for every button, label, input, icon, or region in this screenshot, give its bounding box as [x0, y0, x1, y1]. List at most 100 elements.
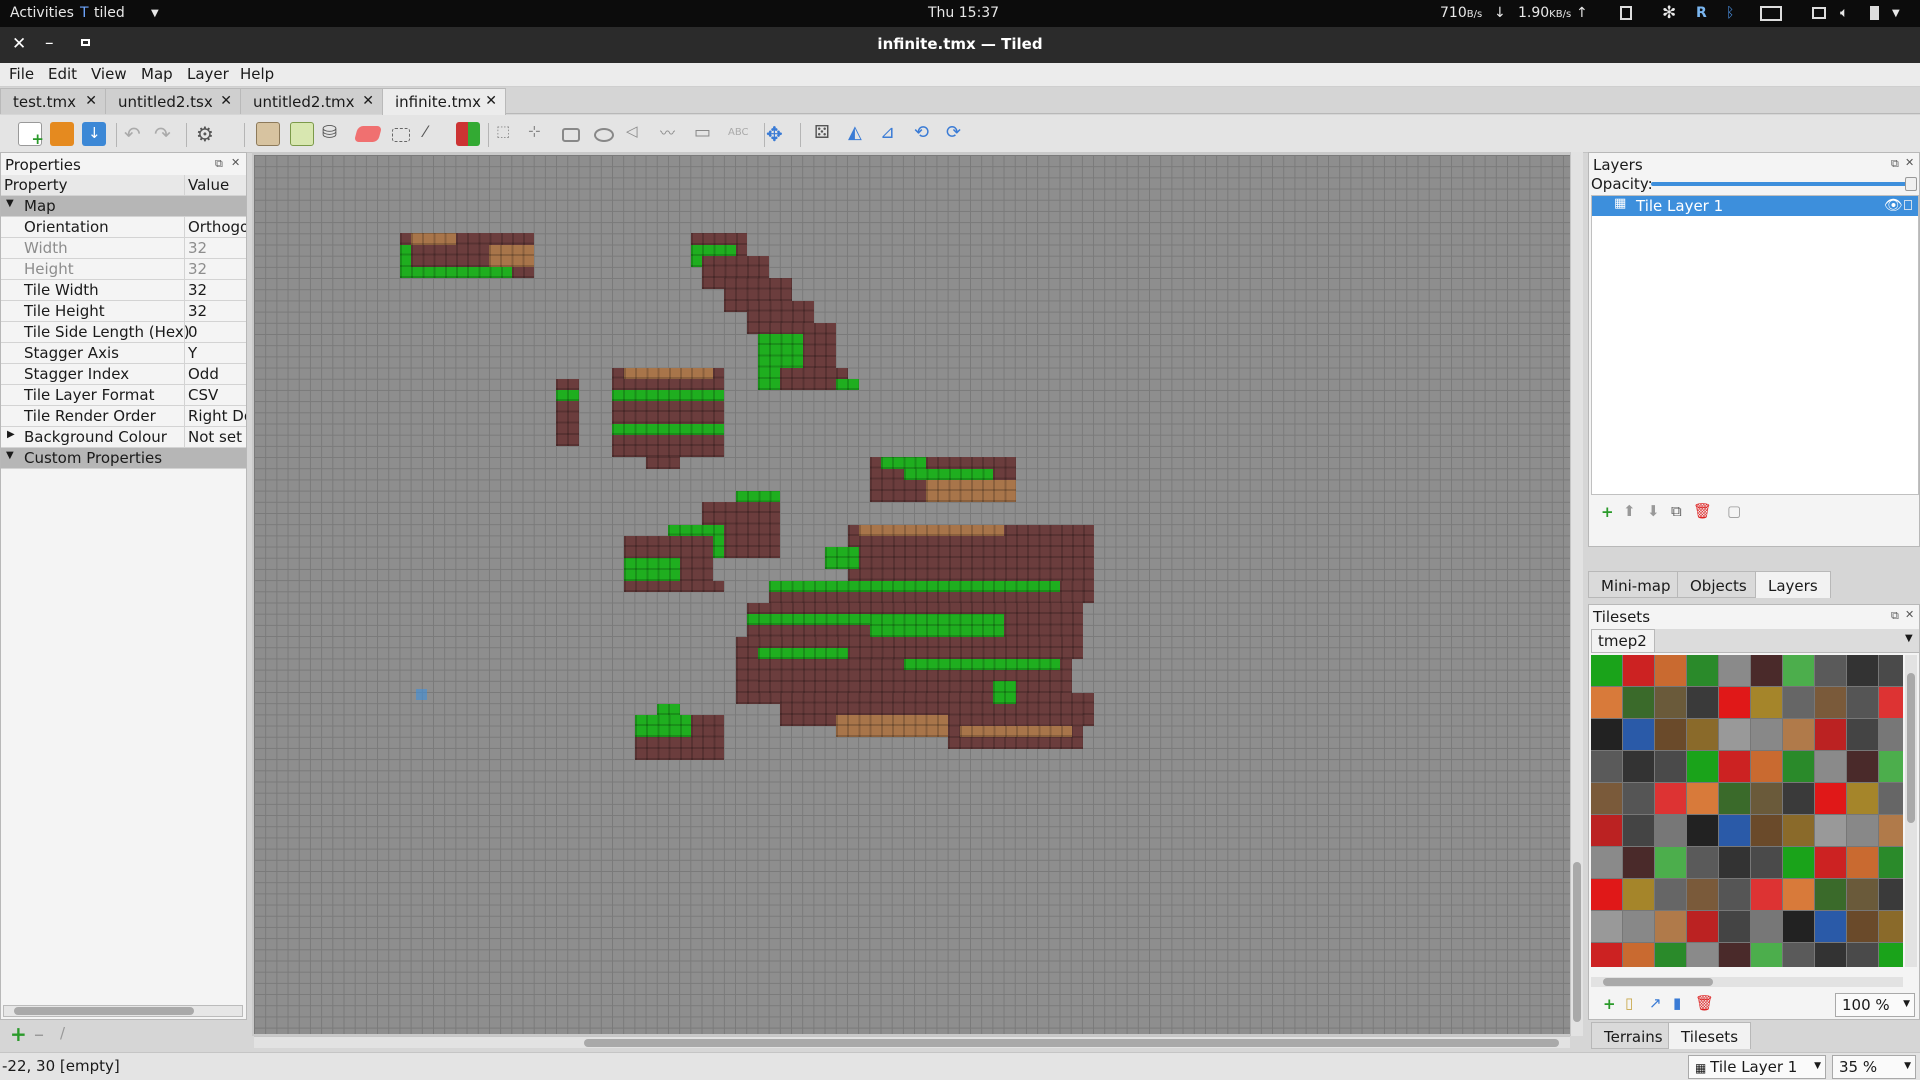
menu-help[interactable]: Help [240, 65, 274, 83]
collapse-icon[interactable]: ▼ [6, 198, 14, 209]
scrollbar-thumb[interactable] [14, 1007, 194, 1015]
map-tile-region[interactable] [399, 267, 512, 279]
menu-view[interactable]: View [91, 65, 127, 83]
new-tileset-icon[interactable]: + [1603, 995, 1616, 1013]
map-tile-region[interactable] [623, 580, 725, 592]
tileset-tile[interactable] [1687, 911, 1718, 942]
tileset-tile[interactable] [1751, 655, 1782, 686]
display-icon[interactable] [1760, 6, 1782, 21]
map-tile-region[interactable] [612, 423, 725, 435]
menu-file[interactable]: File [9, 65, 34, 83]
tileset-tile[interactable] [1815, 687, 1846, 718]
embed-tileset-icon[interactable]: ▯ [1625, 994, 1633, 1012]
tileset-tile[interactable] [1879, 847, 1903, 878]
tileset-tile[interactable] [1655, 815, 1686, 846]
redo-icon[interactable]: ↷ [154, 122, 178, 146]
tileset-tile[interactable] [1655, 687, 1686, 718]
horizontal-scrollbar[interactable] [3, 1005, 243, 1017]
opacity-slider-handle[interactable] [1905, 177, 1917, 191]
map-tile-region[interactable] [769, 580, 1061, 592]
property-row[interactable]: Tile Layer Format CSV [1, 385, 246, 406]
tileset-tile[interactable] [1655, 751, 1686, 782]
tileset-tile[interactable] [1623, 719, 1654, 750]
map-tile-region[interactable] [870, 614, 1005, 637]
eraser-icon[interactable] [353, 126, 383, 142]
property-row[interactable]: Stagger Axis Y [1, 343, 246, 364]
eye-icon[interactable]: 👁︎ [1884, 196, 1903, 214]
property-row[interactable]: Tile Height 32 [1, 301, 246, 322]
tileset-tile[interactable] [1815, 911, 1846, 942]
tileset-tile[interactable] [1591, 879, 1622, 910]
lower-layer-icon[interactable]: ⬇ [1647, 502, 1660, 520]
tab-untitled2-tmx[interactable]: untitled2.tmx ✕ [240, 88, 383, 114]
tileset-tile[interactable] [1687, 879, 1718, 910]
tileset-tile[interactable] [1847, 719, 1878, 750]
tileset-tile[interactable] [1751, 911, 1782, 942]
tileset-tile[interactable] [1847, 815, 1878, 846]
tileset-tile[interactable] [1719, 879, 1750, 910]
current-layer-combo[interactable]: ▦ Tile Layer 1 ▼ [1688, 1055, 1826, 1079]
bluetooth-icon[interactable]: ᛒ [1726, 5, 1734, 21]
undo-icon[interactable]: ↶ [124, 122, 148, 146]
tileset-tile[interactable] [1815, 879, 1846, 910]
tileset-tile[interactable] [1815, 751, 1846, 782]
tileset-tile[interactable] [1591, 783, 1622, 814]
tileset-tile[interactable] [1655, 943, 1686, 967]
rotate-left-icon[interactable]: ⟲ [914, 122, 938, 146]
close-icon[interactable]: ✕ [85, 93, 97, 109]
rect-select-icon[interactable] [392, 128, 410, 142]
map-tile-region[interactable] [657, 703, 680, 715]
map-tile-region[interactable] [758, 647, 848, 659]
property-value[interactable]: 32 [188, 260, 246, 278]
tileset-tile[interactable] [1719, 815, 1750, 846]
stamp-brush-icon[interactable] [256, 122, 280, 146]
tileset-tile[interactable] [1783, 719, 1814, 750]
tileset-tile[interactable] [1847, 943, 1878, 967]
tab-mini-map[interactable]: Mini-map [1588, 571, 1684, 598]
magic-wand-icon[interactable]: ⁄ [424, 122, 448, 146]
tileset-tile[interactable] [1783, 687, 1814, 718]
map-tile-region[interactable] [646, 457, 680, 469]
tileset-tile[interactable] [1591, 911, 1622, 942]
rename-property-icon[interactable]: / [60, 1024, 65, 1042]
map-tile-region[interactable] [410, 233, 456, 245]
insert-ellipse-icon[interactable] [594, 128, 614, 142]
tileset-tile[interactable] [1623, 687, 1654, 718]
property-value[interactable]: Not set [188, 428, 246, 446]
add-property-icon[interactable]: + [10, 1022, 27, 1046]
edit-tileset-icon[interactable]: ▮ [1673, 994, 1681, 1012]
expand-icon[interactable]: ▶ [7, 429, 15, 440]
app-menu[interactable]: tiled [94, 5, 125, 21]
tileset-tile[interactable] [1719, 847, 1750, 878]
tileset-tile[interactable] [1655, 879, 1686, 910]
tileset-tile[interactable] [1783, 879, 1814, 910]
tileset-tile[interactable] [1719, 911, 1750, 942]
tab-objects[interactable]: Objects [1677, 571, 1760, 598]
map-tile-region[interactable] [993, 681, 1016, 704]
tileset-tile[interactable] [1751, 687, 1782, 718]
new-icon[interactable]: + [18, 122, 44, 148]
float-icon[interactable]: ⧉ [1891, 157, 1899, 171]
tileset-zoom-combo[interactable]: 100 % ▼ [1835, 993, 1915, 1017]
rotate-right-icon[interactable]: ⟳ [946, 122, 970, 146]
property-value[interactable]: Orthogo [188, 218, 246, 236]
tab-infinite-tmx[interactable]: infinite.tmx ✕ [382, 88, 506, 115]
add-layer-icon[interactable]: + [1601, 503, 1614, 521]
tileset-tile[interactable] [1847, 751, 1878, 782]
map-tile-region[interactable] [959, 726, 1072, 738]
tileset-tile[interactable] [1815, 655, 1846, 686]
tileset-tile[interactable] [1847, 655, 1878, 686]
tileset-tile[interactable] [1847, 911, 1878, 942]
tileset-tile[interactable] [1719, 719, 1750, 750]
tileset-tile[interactable] [1847, 687, 1878, 718]
tileset-tile[interactable] [1751, 783, 1782, 814]
property-value[interactable]: 32 [188, 239, 246, 257]
map-tile-region[interactable] [903, 659, 1061, 671]
tileset-tile[interactable] [1879, 751, 1903, 782]
tileset-tile[interactable] [1879, 879, 1903, 910]
tileset-tile[interactable] [1751, 847, 1782, 878]
flip-vertical-icon[interactable]: ⊿ [880, 122, 904, 146]
tileset-tile[interactable] [1783, 655, 1814, 686]
tileset-tile[interactable] [1687, 687, 1718, 718]
menu-layer[interactable]: Layer [187, 65, 229, 83]
